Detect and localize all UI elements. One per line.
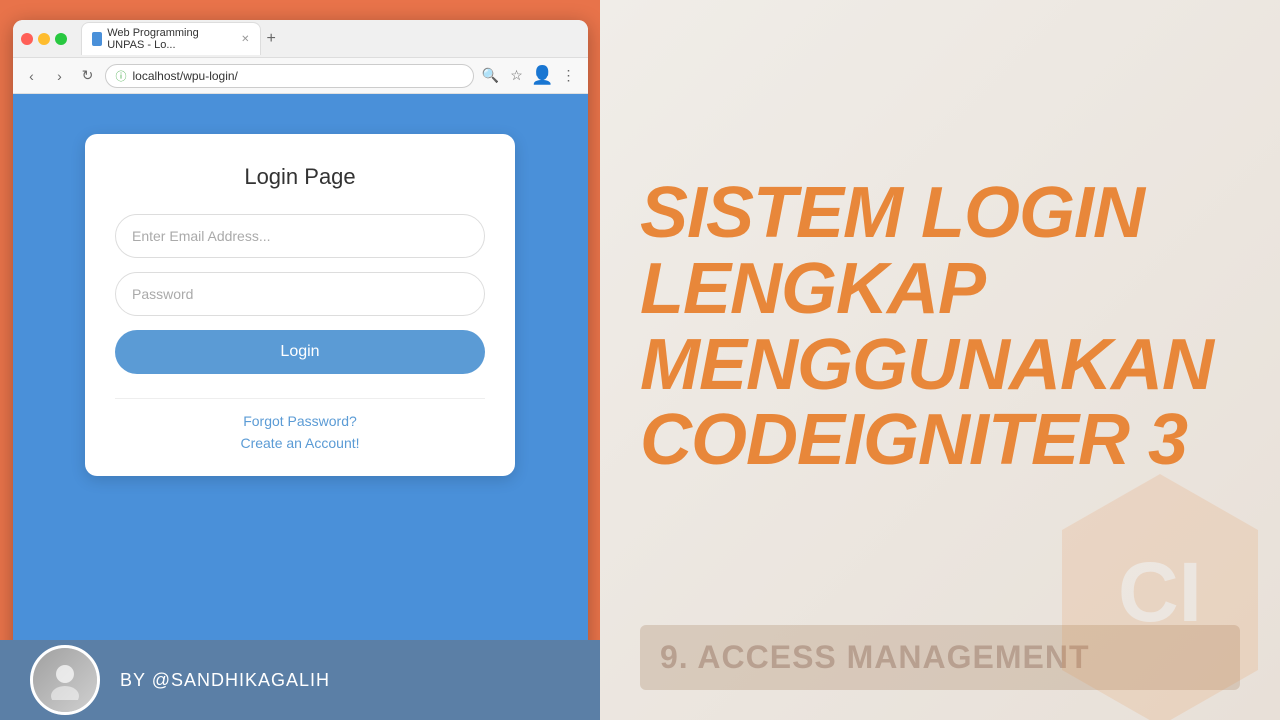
forgot-password-link[interactable]: Forgot Password? xyxy=(243,413,357,429)
active-tab[interactable]: Web Programming UNPAS - Lo... ✕ xyxy=(81,22,261,55)
create-account-link[interactable]: Create an Account! xyxy=(240,435,359,451)
browser-navbar: ‹ › ↻ ⓘ localhost/wpu-login/ 🔍 ☆ 👤 ⋮ xyxy=(13,58,588,94)
login-title: Login Page xyxy=(115,164,485,190)
login-button[interactable]: Login xyxy=(115,330,485,374)
back-button[interactable]: ‹ xyxy=(21,65,43,87)
maximize-button[interactable] xyxy=(55,33,67,45)
tab-favicon xyxy=(92,32,103,46)
password-input[interactable] xyxy=(115,272,485,316)
heading-line-1: SISTEM LOGIN xyxy=(640,176,1240,252)
tab-title: Web Programming UNPAS - Lo... xyxy=(107,27,232,51)
avatar xyxy=(30,645,100,715)
profile-icon[interactable]: 👤 xyxy=(532,65,554,87)
left-panel: Web Programming UNPAS - Lo... ✕ + ‹ › ↻ … xyxy=(0,0,600,720)
tab-close-icon[interactable]: ✕ xyxy=(241,34,249,45)
url-text: localhost/wpu-login/ xyxy=(133,69,238,83)
zoom-icon[interactable]: 🔍 xyxy=(480,65,502,87)
page-layout: Web Programming UNPAS - Lo... ✕ + ‹ › ↻ … xyxy=(0,0,1280,720)
address-bar[interactable]: ⓘ localhost/wpu-login/ xyxy=(105,64,474,88)
byline-text: BY @SANDHIKAGALIH xyxy=(120,670,330,691)
svg-text:CI: CI xyxy=(1118,545,1202,639)
right-panel: CI SISTEM LOGIN LENGKAP MENGGUNAKAN CODE… xyxy=(600,0,1280,720)
browser-titlebar: Web Programming UNPAS - Lo... ✕ + xyxy=(13,20,588,58)
bottom-bar: BY @SANDHIKAGALIH xyxy=(0,640,600,720)
browser-content: Login Page Login Forgot Password? Create… xyxy=(13,94,588,660)
new-tab-button[interactable]: + xyxy=(267,30,276,48)
menu-icon[interactable]: ⋮ xyxy=(558,65,580,87)
watermark-icon: CI xyxy=(1020,460,1280,720)
refresh-button[interactable]: ↻ xyxy=(77,65,99,87)
forward-button[interactable]: › xyxy=(49,65,71,87)
nav-extra: 🔍 ☆ 👤 ⋮ xyxy=(480,65,580,87)
tab-bar: Web Programming UNPAS - Lo... ✕ + xyxy=(81,22,580,55)
minimize-button[interactable] xyxy=(38,33,50,45)
heading-line-3: MENGGUNAKAN xyxy=(640,328,1240,404)
heading-line-2: LENGKAP xyxy=(640,252,1240,328)
divider xyxy=(115,398,485,399)
bookmark-icon[interactable]: ☆ xyxy=(506,65,528,87)
lock-icon: ⓘ xyxy=(116,68,127,84)
login-card: Login Page Login Forgot Password? Create… xyxy=(85,134,515,476)
traffic-lights xyxy=(21,33,67,45)
email-input[interactable] xyxy=(115,214,485,258)
login-links: Forgot Password? Create an Account! xyxy=(115,413,485,451)
browser-window: Web Programming UNPAS - Lo... ✕ + ‹ › ↻ … xyxy=(13,20,588,660)
avatar-placeholder xyxy=(33,648,97,712)
close-button[interactable] xyxy=(21,33,33,45)
